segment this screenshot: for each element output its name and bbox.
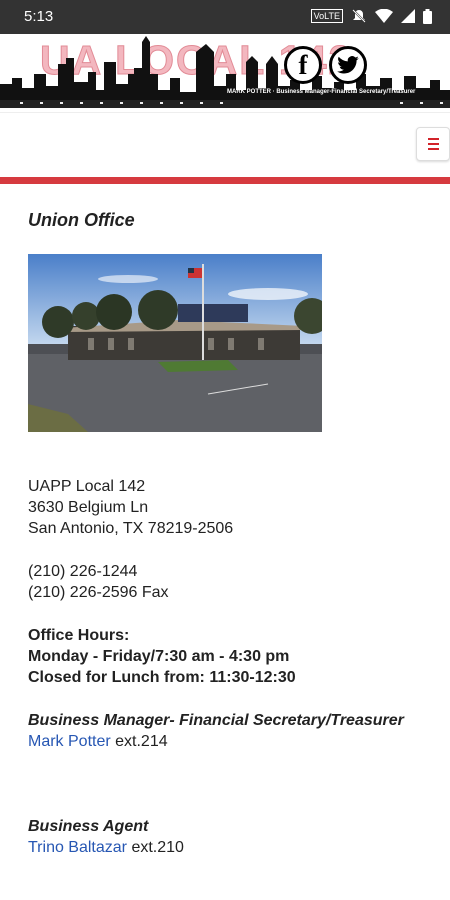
address-line-1: UAPP Local 142 <box>28 478 146 495</box>
address-line-3: San Antonio, TX 78219-2506 <box>28 520 234 537</box>
address-line-2: 3630 Belgium Ln <box>28 499 149 516</box>
manager-title: Business Manager- Financial Secretary/Tr… <box>28 712 404 729</box>
navbar <box>0 112 450 178</box>
banner-subtitle: MARK POTTER · Business Manager-Financial… <box>227 89 416 95</box>
status-time: 5:13 <box>24 8 54 25</box>
fax-number: (210) 226-2596 Fax <box>28 584 169 601</box>
volte-icon: VoLTE <box>310 9 343 23</box>
agent-extension: ext.210 <box>127 839 184 856</box>
twitter-icon[interactable] <box>329 46 367 84</box>
wifi-icon <box>375 9 393 23</box>
manager-extension: ext.214 <box>110 733 168 750</box>
agent-title: Business Agent <box>28 818 149 835</box>
union-office-photo <box>28 254 322 432</box>
office-hours-lunch: Closed for Lunch from: 11:30-12:30 <box>28 669 296 686</box>
site-banner: UA LOCAL 142 MARK POTTER · Business Mana… <box>0 34 450 112</box>
hamburger-icon[interactable] <box>416 127 450 161</box>
facebook-icon[interactable]: f <box>284 46 322 84</box>
accent-divider <box>0 177 450 184</box>
office-hours-weekday: Monday - Friday/7:30 am - 4:30 pm <box>28 648 290 665</box>
agent-contact: Trino Baltazar ext.210 <box>28 837 184 858</box>
skyline-graphic <box>0 36 450 108</box>
battery-icon <box>423 8 432 24</box>
phone-number[interactable]: (210) 226-1244 <box>28 561 137 582</box>
page-title: Union Office <box>28 210 135 230</box>
status-bar: 5:13 VoLTE <box>0 0 450 34</box>
manager-name-link[interactable]: Mark Potter <box>28 733 111 750</box>
office-hours-title: Office Hours: <box>28 627 130 644</box>
mute-icon <box>352 9 366 23</box>
signal-icon <box>401 9 415 23</box>
agent-name-link[interactable]: Trino Baltazar <box>28 839 127 856</box>
manager-contact: Mark Potter ext.214 <box>28 731 168 752</box>
status-icons: VoLTE <box>310 8 432 24</box>
